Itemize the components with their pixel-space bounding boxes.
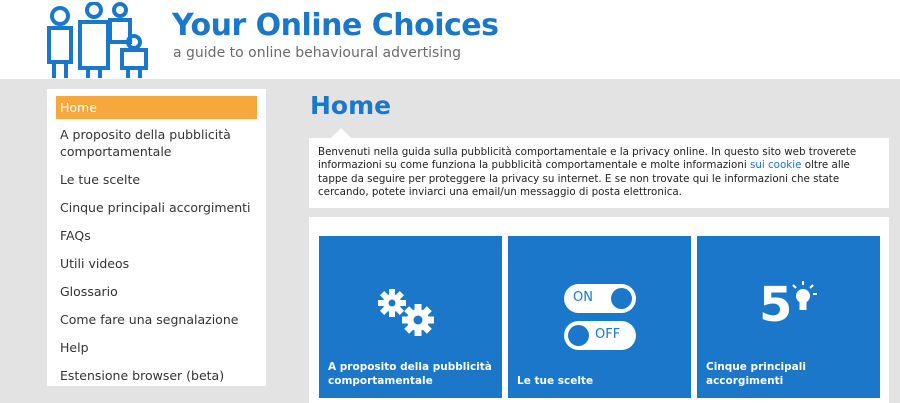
sidebar-item-your-choices[interactable]: Le tue scelte	[56, 168, 257, 191]
site-header: Your Online Choices a guide to online be…	[0, 0, 900, 79]
sidebar-item-about-advertising[interactable]: A proposito della pubblicità comportamen…	[56, 123, 257, 163]
tile-about-advertising-label: A proposito della pubblicità comportamen…	[328, 361, 492, 387]
lightbulb-icon	[792, 281, 817, 310]
sidebar-item-help[interactable]: Help	[56, 336, 257, 359]
tile-about-advertising[interactable]: A proposito della pubblicità comportamen…	[319, 236, 502, 398]
intro-panel: Benvenuti nella guida sulla pubblicità c…	[309, 138, 889, 208]
sidebar-nav: Home A proposito della pubblicità compor…	[47, 89, 266, 386]
toggle-icon: ON OFF	[564, 284, 636, 350]
toggle-off-label: OFF	[595, 327, 621, 342]
gears-icon	[378, 289, 434, 336]
toggle-on: ON	[564, 284, 636, 313]
toggle-knob	[568, 325, 589, 346]
sidebar-item-five-tips[interactable]: Cinque principali accorgimenti	[56, 196, 257, 219]
intro-pointer	[331, 128, 351, 138]
toggle-off: OFF	[564, 321, 636, 350]
tile-your-choices-label: Le tue scelte	[517, 375, 594, 387]
cookie-link[interactable]: sui cookie	[750, 159, 801, 171]
five-number: 5	[759, 277, 793, 333]
five-lightbulb-icon: 5	[759, 278, 821, 338]
sidebar-item-report[interactable]: Come fare una segnalazione	[56, 308, 257, 331]
family-logo-icon[interactable]	[46, 2, 152, 79]
page-title: Home	[310, 91, 392, 120]
tile-your-choices[interactable]: ON OFF Le tue scelte	[508, 236, 691, 398]
intro-text: Benvenuti nella guida sulla pubblicità c…	[318, 146, 879, 200]
sidebar-item-videos[interactable]: Utili videos	[56, 252, 257, 275]
sidebar-item-faqs[interactable]: FAQs	[56, 224, 257, 247]
sidebar-item-glossary[interactable]: Glossario	[56, 280, 257, 303]
tile-five-tips[interactable]: 5 Cinque principali accorgimenti	[697, 236, 880, 398]
sidebar-item-browser-extension[interactable]: Estensione browser (beta)	[56, 364, 257, 387]
site-title[interactable]: Your Online Choices	[172, 8, 499, 43]
toggle-knob	[611, 288, 632, 309]
site-subtitle: a guide to online behavioural advertisin…	[173, 45, 461, 61]
sidebar-item-home[interactable]: Home	[56, 96, 257, 119]
toggle-on-label: ON	[573, 290, 593, 305]
tile-five-tips-label: Cinque principali accorgimenti	[706, 361, 806, 387]
